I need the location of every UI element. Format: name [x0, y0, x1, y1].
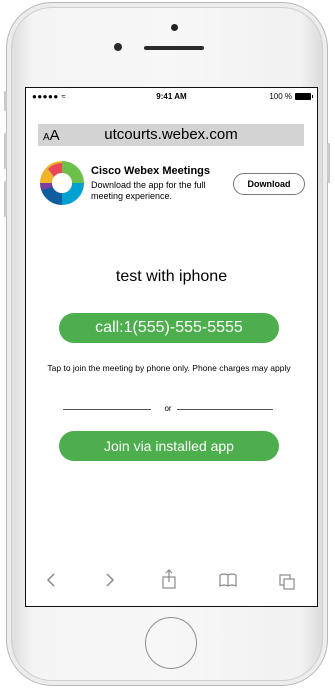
meeting-title: test with iphone	[115, 268, 228, 285]
bookmarks-icon[interactable]	[218, 566, 238, 594]
app-banner: Cisco Webex Meetings Download the app fo…	[36, 160, 312, 208]
call-button[interactable]: call:1(555)-555-5555	[59, 313, 279, 343]
join-app-button[interactable]: Join via installed app	[59, 431, 279, 461]
app-description: Download the app for the full meeting ex…	[91, 180, 206, 201]
battery-icon	[295, 93, 313, 100]
mute-switch	[4, 91, 7, 111]
volume-up-button	[4, 133, 7, 169]
volume-down-button	[4, 181, 7, 217]
battery-percent: 100 %	[269, 92, 292, 101]
or-divider: or	[63, 404, 273, 416]
power-button	[327, 143, 330, 183]
url-text: utcourts.webex.com	[104, 126, 238, 143]
browser-toolbar	[26, 566, 317, 594]
divider-line-right	[177, 409, 273, 410]
tabs-icon[interactable]	[278, 566, 296, 594]
front-camera	[114, 43, 122, 51]
address-bar[interactable]: AA utcourts.webex.com	[38, 124, 304, 146]
status-bar: ●●●●● ≈ 9:41 AM 100 %	[26, 88, 317, 106]
proximity-sensor	[171, 24, 178, 31]
share-icon[interactable]	[160, 566, 178, 594]
download-button[interactable]: Download	[233, 173, 305, 195]
phone-join-note: Tap to join the meeting by phone only. P…	[47, 363, 291, 373]
earpiece-speaker	[144, 46, 204, 50]
phone-screen: ●●●●● ≈ 9:41 AM 100 % AA utcourts.webex.…	[25, 87, 318, 607]
home-button[interactable]	[145, 617, 197, 669]
back-icon[interactable]	[44, 566, 60, 594]
forward-icon[interactable]	[102, 566, 118, 594]
app-name: Cisco Webex Meetings	[91, 165, 210, 177]
battery-status: 100 %	[269, 92, 313, 101]
webex-logo-icon	[40, 161, 84, 205]
